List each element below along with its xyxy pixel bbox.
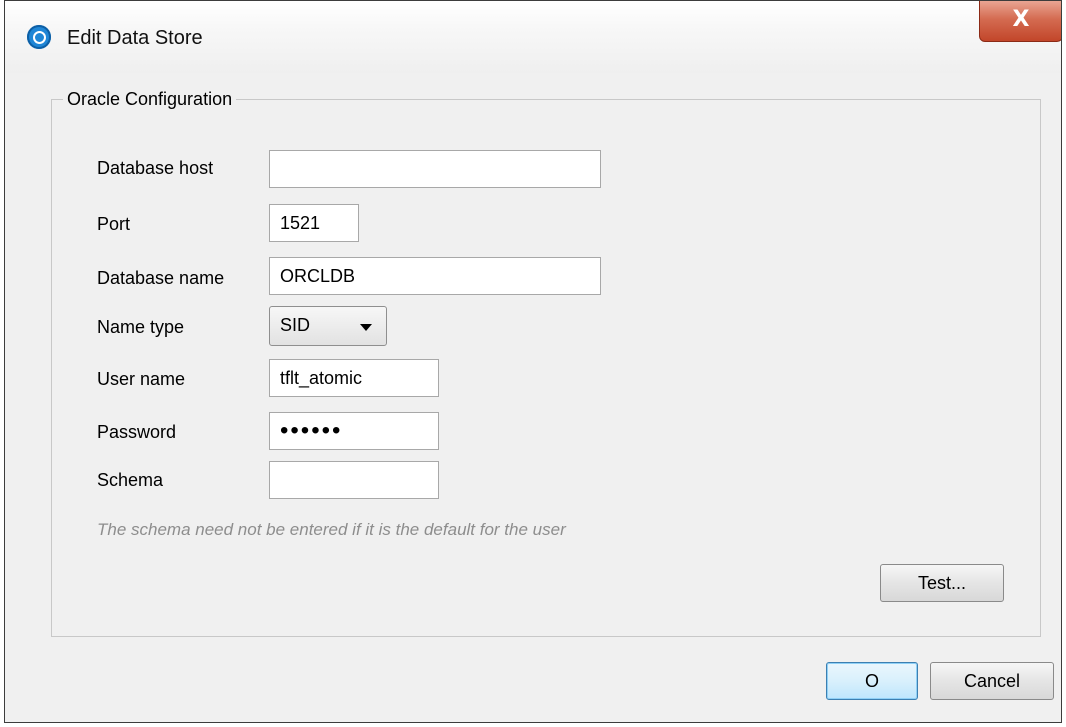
- port-input[interactable]: [269, 204, 359, 242]
- database-name-label: Database name: [97, 268, 225, 288]
- name-type-selected-value: SID: [280, 315, 311, 335]
- ok-button[interactable]: O: [826, 662, 918, 700]
- schema-hint-text: The schema need not be entered if it is …: [97, 520, 566, 539]
- user-name-input[interactable]: [269, 359, 439, 397]
- name-type-dropdown[interactable]: SID: [269, 306, 387, 346]
- chevron-down-icon: [360, 324, 372, 331]
- password-label: Password: [97, 422, 177, 442]
- edit-data-store-dialog: Edit Data Store X Oracle Configuration D…: [4, 0, 1062, 723]
- schema-input[interactable]: [269, 461, 439, 499]
- app-logo-icon: [27, 25, 51, 49]
- close-button[interactable]: X: [979, 1, 1061, 42]
- title-bar: Edit Data Store X: [5, 1, 1061, 73]
- schema-label: Schema: [97, 470, 164, 490]
- database-host-input[interactable]: [269, 150, 601, 188]
- password-input[interactable]: [269, 412, 439, 450]
- cancel-button[interactable]: Cancel: [930, 662, 1054, 700]
- dialog-title: Edit Data Store: [67, 27, 203, 49]
- group-legend: Oracle Configuration: [63, 89, 237, 110]
- database-host-label: Database host: [97, 158, 214, 178]
- name-type-label: Name type: [97, 317, 185, 337]
- database-name-input[interactable]: [269, 257, 601, 295]
- test-button[interactable]: Test...: [880, 564, 1004, 602]
- user-name-label: User name: [97, 369, 186, 389]
- port-label: Port: [97, 214, 131, 234]
